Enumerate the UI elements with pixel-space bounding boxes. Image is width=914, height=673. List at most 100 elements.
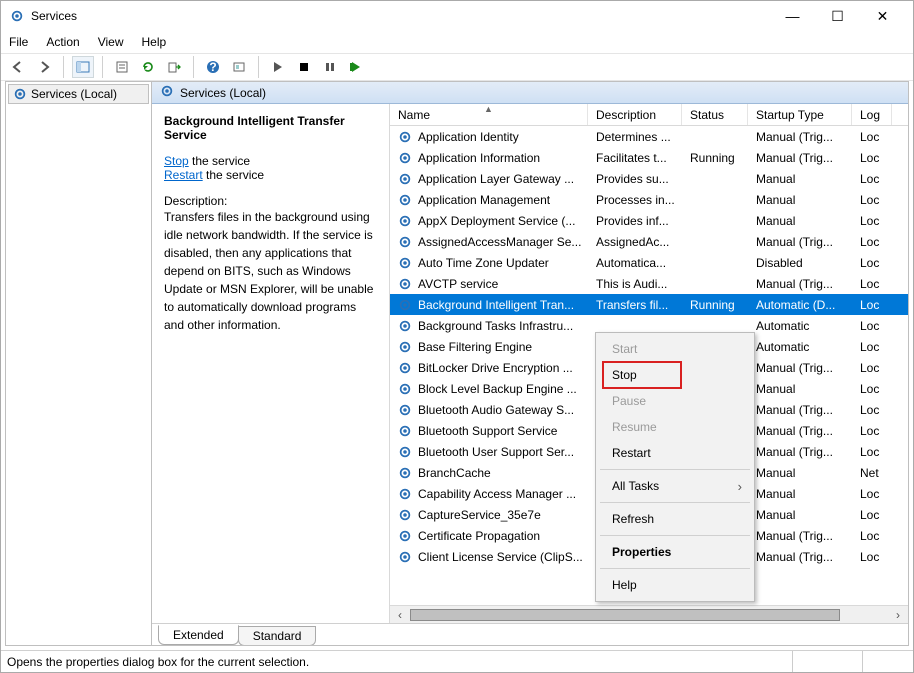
- gear-icon: [398, 256, 412, 270]
- gear-icon: [398, 319, 412, 333]
- nav-root[interactable]: Services (Local): [8, 84, 149, 104]
- tab-standard[interactable]: Standard: [238, 626, 317, 646]
- scroll-right-icon[interactable]: ›: [890, 607, 906, 623]
- ctx-refresh[interactable]: Refresh: [598, 506, 752, 532]
- service-name: Bluetooth User Support Ser...: [418, 445, 574, 459]
- service-startup: Manual (Trig...: [748, 525, 852, 546]
- stop-link[interactable]: Stop: [164, 154, 189, 168]
- service-name: Application Management: [418, 193, 550, 207]
- gear-icon: [160, 84, 174, 101]
- start-service-button[interactable]: [267, 56, 289, 78]
- help-button[interactable]: ?: [202, 56, 224, 78]
- service-logon: Loc: [852, 336, 892, 357]
- body: Services (Local) Services (Local) Backgr…: [5, 81, 909, 646]
- gear-icon: [398, 487, 412, 501]
- gear-icon: [398, 277, 412, 291]
- service-startup: Manual (Trig...: [748, 399, 852, 420]
- service-startup: Manual (Trig...: [748, 420, 852, 441]
- content-body: Background Intelligent Transfer Service …: [152, 104, 908, 623]
- table-row[interactable]: Application ManagementProcesses in...Man…: [390, 189, 908, 210]
- ctx-stop[interactable]: Stop: [598, 362, 752, 388]
- pause-service-button[interactable]: [319, 56, 341, 78]
- service-startup: Manual: [748, 378, 852, 399]
- services-window: Services — ☐ ✕ File Action View Help ?: [0, 0, 914, 673]
- description-block: Description: Transfers files in the back…: [164, 194, 377, 334]
- gear-icon: [398, 130, 412, 144]
- service-logon: Loc: [852, 399, 892, 420]
- export-button[interactable]: [163, 56, 185, 78]
- ctx-help[interactable]: Help: [598, 572, 752, 598]
- service-startup: Manual: [748, 483, 852, 504]
- service-logon: Loc: [852, 441, 892, 462]
- properties-button[interactable]: [111, 56, 133, 78]
- gear-icon: [398, 361, 412, 375]
- service-description: This is Audi...: [588, 273, 682, 294]
- gear-icon: [398, 193, 412, 207]
- ctx-all-tasks[interactable]: All Tasks: [598, 473, 752, 499]
- toolbar: ?: [1, 53, 913, 81]
- col-status[interactable]: Status: [682, 104, 748, 125]
- service-startup: Manual: [748, 168, 852, 189]
- service-status: [682, 231, 748, 252]
- scroll-thumb[interactable]: [410, 609, 840, 621]
- content-panel: Services (Local) Background Intelligent …: [152, 82, 908, 645]
- table-row[interactable]: AppX Deployment Service (...Provides inf…: [390, 210, 908, 231]
- restart-link[interactable]: Restart: [164, 168, 203, 182]
- gear-icon: [398, 424, 412, 438]
- refresh-button[interactable]: [137, 56, 159, 78]
- service-logon: Loc: [852, 168, 892, 189]
- service-name: Background Tasks Infrastru...: [418, 319, 573, 333]
- customize-button[interactable]: [228, 56, 250, 78]
- table-row[interactable]: Background Intelligent Tran...Transfers …: [390, 294, 908, 315]
- description-text: Transfers files in the background using …: [164, 208, 377, 334]
- menu-help[interactable]: Help: [142, 35, 167, 49]
- service-description: Transfers fil...: [588, 294, 682, 315]
- menubar: File Action View Help: [1, 31, 913, 53]
- service-startup: Manual (Trig...: [748, 357, 852, 378]
- service-name: BranchCache: [418, 466, 491, 480]
- content-header-title: Services (Local): [180, 86, 266, 100]
- table-row[interactable]: AVCTP serviceThis is Audi...Manual (Trig…: [390, 273, 908, 294]
- col-description[interactable]: Description: [588, 104, 682, 125]
- table-row[interactable]: AssignedAccessManager Se...AssignedAc...…: [390, 231, 908, 252]
- service-description: Facilitates t...: [588, 147, 682, 168]
- statusbar-text: Opens the properties dialog box for the …: [7, 655, 792, 669]
- service-name: Capability Access Manager ...: [418, 487, 576, 501]
- gear-icon: [398, 403, 412, 417]
- show-hide-tree-button[interactable]: [72, 56, 94, 78]
- minimize-button[interactable]: —: [770, 2, 815, 30]
- service-name: Bluetooth Audio Gateway S...: [418, 403, 574, 417]
- menu-file[interactable]: File: [9, 35, 28, 49]
- column-headers: Name▲ Description Status Startup Type Lo…: [390, 104, 908, 126]
- service-status: [682, 126, 748, 147]
- horizontal-scrollbar[interactable]: ‹ ›: [390, 605, 908, 623]
- menu-view[interactable]: View: [98, 35, 124, 49]
- restart-service-button[interactable]: [345, 56, 367, 78]
- maximize-button[interactable]: ☐: [815, 2, 860, 30]
- service-startup: Manual (Trig...: [748, 147, 852, 168]
- back-button[interactable]: [7, 56, 29, 78]
- ctx-properties[interactable]: Properties: [598, 539, 752, 565]
- service-status: [682, 210, 748, 231]
- service-name: Application Information: [418, 151, 540, 165]
- col-name[interactable]: Name▲: [390, 104, 588, 125]
- table-row[interactable]: Application Layer Gateway ...Provides su…: [390, 168, 908, 189]
- forward-button[interactable]: [33, 56, 55, 78]
- table-row[interactable]: Auto Time Zone UpdaterAutomatica...Disab…: [390, 252, 908, 273]
- scroll-left-icon[interactable]: ‹: [392, 607, 408, 623]
- service-logon: Loc: [852, 231, 892, 252]
- col-logon[interactable]: Log: [852, 104, 892, 125]
- close-button[interactable]: ✕: [860, 2, 905, 30]
- nav-root-label: Services (Local): [31, 87, 117, 101]
- tab-extended[interactable]: Extended: [158, 625, 239, 645]
- menu-action[interactable]: Action: [46, 35, 79, 49]
- stop-service-button[interactable]: [293, 56, 315, 78]
- service-name: Application Identity: [418, 130, 519, 144]
- statusbar: Opens the properties dialog box for the …: [1, 650, 913, 672]
- ctx-restart[interactable]: Restart: [598, 440, 752, 466]
- table-row[interactable]: Application InformationFacilitates t...R…: [390, 147, 908, 168]
- col-startup[interactable]: Startup Type: [748, 104, 852, 125]
- service-name: Certificate Propagation: [418, 529, 540, 543]
- service-name: AssignedAccessManager Se...: [418, 235, 581, 249]
- table-row[interactable]: Application IdentityDetermines ...Manual…: [390, 126, 908, 147]
